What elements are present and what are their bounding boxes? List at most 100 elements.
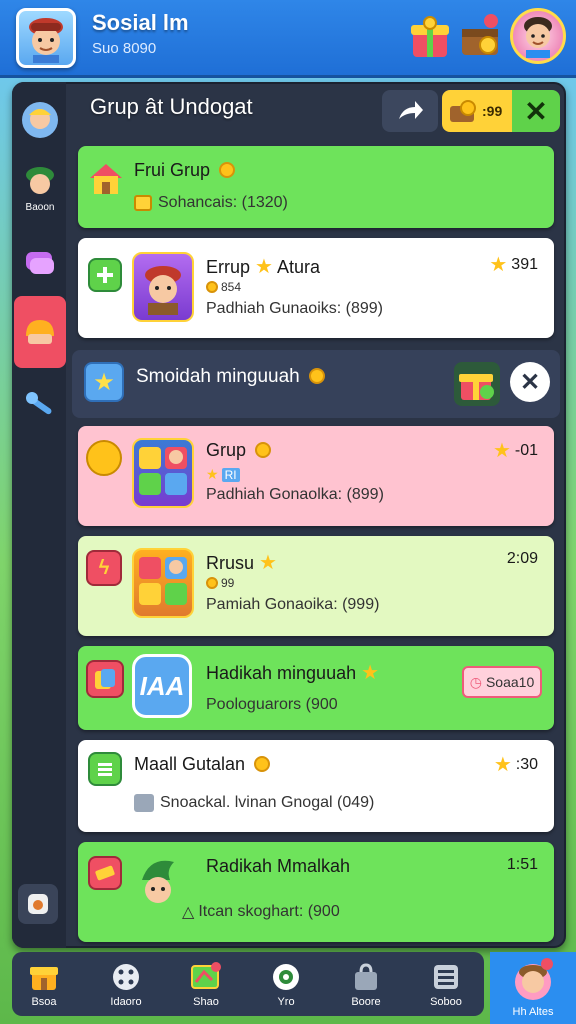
- join-button[interactable]: ◷ Soaa10: [462, 666, 542, 698]
- card-subtitle: Poologuarors (900: [206, 696, 338, 713]
- group-collage-icon: [139, 557, 187, 605]
- group-card-2[interactable]: Errup ★ Atura 854 Padhiah Gunaoiks: (899…: [78, 238, 554, 338]
- star-icon: ★: [206, 466, 219, 482]
- card-title: Rrusu ★: [206, 552, 277, 574]
- elf-avatar: [136, 856, 180, 916]
- player-avatar[interactable]: [16, 8, 76, 68]
- group-card-5[interactable]: IAA Hadikah minguuah ★ Poologuarors (900…: [78, 646, 554, 730]
- coin-icon: [206, 577, 218, 589]
- group-card-3[interactable]: Grup ★ RI Padhiah Gonaolka: (899) ★ -01: [78, 426, 554, 526]
- app-subtitle: Suo 8090: [92, 40, 157, 57]
- close-subpanel-button[interactable]: ✕: [510, 362, 550, 402]
- rail-item-chat[interactable]: [16, 234, 64, 290]
- box-icon: [134, 794, 154, 812]
- rail-item-settings[interactable]: [18, 884, 58, 924]
- house-icon: [86, 158, 126, 198]
- nav-label-dice: Idaoro: [110, 996, 142, 1008]
- nav-bag[interactable]: Boore: [336, 962, 396, 1016]
- emblem-icon: IAA: [139, 670, 185, 701]
- fire-icon: ϟ: [86, 550, 122, 586]
- card-subtitle: Snoackal. lvinan Gnogal (049): [134, 794, 374, 812]
- gift-icon[interactable]: [454, 362, 500, 406]
- star-icon: ★: [255, 256, 273, 278]
- card-subtitle: △ Itcan skoghart: (900: [182, 903, 340, 921]
- nav-grid[interactable]: Soboo: [416, 962, 476, 1016]
- card-subtitle: Pamiah Gonaoika: (999): [206, 596, 380, 613]
- triangle-icon: △: [182, 904, 195, 921]
- top-bar: Sosial lm Suo 8090: [0, 0, 576, 78]
- share-button[interactable]: [382, 90, 438, 132]
- treasure-chest-icon[interactable]: [458, 12, 502, 62]
- nav-dice[interactable]: Idaoro: [96, 962, 156, 1016]
- chat-icon: [26, 252, 54, 274]
- nav-label-shop: Bsoa: [31, 996, 57, 1008]
- player-face-icon: [29, 18, 63, 63]
- dice-icon: [113, 964, 139, 990]
- card-coins: 854: [206, 280, 241, 294]
- nav-label-compass: Yro: [277, 996, 295, 1008]
- coin-icon: [219, 162, 236, 178]
- card-coins: 99: [206, 576, 234, 590]
- cards-icon: [86, 660, 124, 698]
- card-subtitle: Sohancais: (1320): [134, 194, 288, 212]
- card-title: Radikah Mmalkah: [206, 856, 351, 876]
- list-icon: [88, 752, 122, 786]
- star-icon: ★: [361, 662, 380, 684]
- nav-map[interactable]: Shao: [176, 962, 236, 1016]
- nav-profile[interactable]: Hh Altes: [490, 952, 576, 1024]
- card-title: Errup ★ Atura: [206, 256, 321, 278]
- nav-label-map: Shao: [193, 996, 219, 1008]
- card-time: 2:09: [506, 550, 538, 567]
- close-panel-button[interactable]: ✕: [512, 90, 560, 132]
- grid-icon: [434, 965, 458, 989]
- card-title: Maall Gutalan: [134, 754, 271, 775]
- nav-shop[interactable]: Bsoa: [14, 962, 74, 1016]
- profile-avatar-icon: [515, 958, 553, 1000]
- group-card-7[interactable]: Radikah Mmalkah △ Itcan skoghart: (900 1…: [78, 842, 554, 942]
- settings-icon: [28, 894, 48, 914]
- group-card-1[interactable]: Frui Grup Sohancais: (1320): [78, 146, 554, 228]
- card-subtitle: Padhiah Gunaoiks: (899): [206, 300, 383, 317]
- chest-coin-icon: [450, 100, 476, 122]
- card-time: 1:51: [506, 856, 538, 873]
- member-avatar: [132, 252, 194, 322]
- add-icon[interactable]: [88, 258, 122, 292]
- star-icon: ★: [493, 754, 512, 776]
- avatar-icon: [22, 102, 58, 138]
- rail-item-avatar[interactable]: [16, 92, 64, 148]
- compass-icon: [273, 964, 299, 990]
- coin-icon: [255, 442, 272, 458]
- rail-label-soldier: Baoon: [25, 201, 55, 213]
- card-badge: ★ RI: [206, 466, 240, 483]
- ticket-icon: [134, 195, 152, 211]
- group-emblem: IAA: [132, 654, 192, 718]
- group-card-4[interactable]: ϟ Rrusu ★ 99 Pamiah Gonaoika: (999) 2:09: [78, 536, 554, 636]
- coin-icon: [206, 281, 218, 293]
- rail-item-tools[interactable]: [16, 376, 64, 432]
- tools-icon: [26, 392, 52, 415]
- card-score: ★ 391: [489, 254, 538, 276]
- close-icon: ✕: [519, 368, 541, 396]
- card-score: ★ -01: [492, 440, 538, 462]
- coin-icon: [309, 368, 325, 384]
- group-avatar: [132, 548, 194, 618]
- close-icon: ✕: [524, 95, 548, 127]
- nav-label-bag: Boore: [351, 996, 381, 1008]
- ticket-icon: [88, 856, 122, 890]
- card-title: Frui Grup: [134, 160, 236, 181]
- coin-icon: [254, 756, 271, 772]
- clock-icon: ◷: [469, 673, 482, 690]
- coin-counter[interactable]: :99: [442, 90, 518, 132]
- rail-item-soldier[interactable]: Baoon: [16, 160, 64, 216]
- star-icon: ★: [492, 440, 511, 462]
- bag-icon: [355, 963, 377, 990]
- group-card-6[interactable]: Maall Gutalan Snoackal. lvinan Gnogal (0…: [78, 740, 554, 832]
- gift-box-icon[interactable]: [408, 12, 452, 62]
- nav-compass[interactable]: Yro: [256, 962, 316, 1016]
- profile-avatar-icon[interactable]: [510, 8, 566, 64]
- panel-title: Grup ât Undogat: [90, 94, 253, 119]
- soldier-icon: [26, 166, 54, 194]
- star-badge-icon: ★: [84, 362, 124, 402]
- rail-item-helmet[interactable]: [14, 296, 66, 368]
- member-face-icon: [145, 266, 181, 315]
